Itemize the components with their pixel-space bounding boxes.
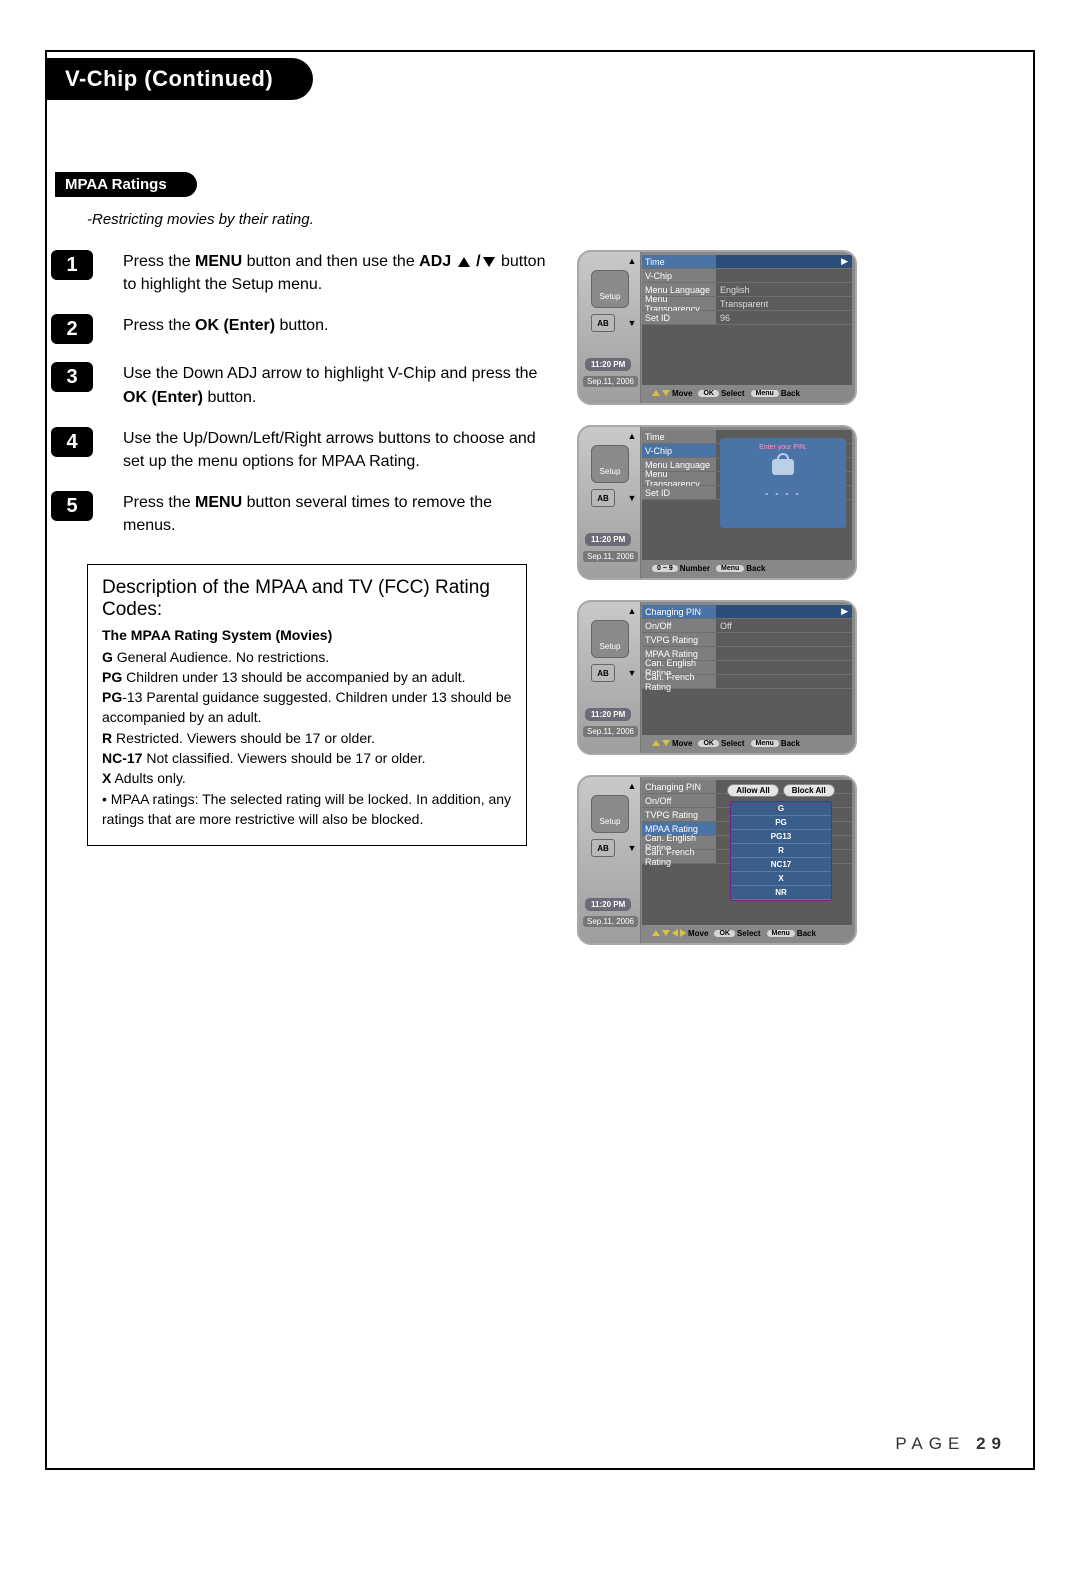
osd-time: 11:20 PM (585, 708, 631, 721)
step-3: 3 Use the Down ADJ arrow to highlight V-… (51, 362, 557, 408)
description-subtitle: The MPAA Rating System (Movies) (102, 627, 512, 643)
pin-field[interactable]: - - - - (720, 489, 846, 500)
step-text: Use the Up/Down/Left/Right arrows button… (123, 427, 557, 473)
rating-option[interactable]: X (731, 872, 831, 886)
osd-hints: Move OKSelect MenuBack (642, 736, 852, 750)
pin-dialog: Enter your PIN. - - - - (720, 438, 846, 528)
osd-mpaa-rating: ▲ Setup AB ▼ 11:20 PM Sep.11, 2006 Chang… (577, 775, 857, 945)
up-arrow-icon (458, 257, 470, 267)
content-area: MPAA Ratings -Restricting movies by thei… (47, 172, 1033, 965)
osd-date: Sep.11, 2006 (583, 376, 638, 387)
rating-option[interactable]: NC17 (731, 858, 831, 872)
setup-icon: Setup (591, 270, 629, 308)
step-2: 2 Press the OK (Enter) button. (51, 314, 557, 344)
setup-icon: Setup (591, 795, 629, 833)
step-text: Press the OK (Enter) button. (123, 314, 338, 337)
menu-item[interactable]: On/Off (642, 619, 716, 632)
osd-time: 11:20 PM (585, 898, 631, 911)
down-arrow-icon: ▼ (627, 668, 637, 678)
osd-time: 11:20 PM (585, 358, 631, 371)
osd-hints: 0 ~ 9Number MenuBack (642, 561, 852, 575)
menu-item[interactable]: Set ID (642, 486, 716, 499)
menu-item[interactable]: TVPG Rating (642, 808, 716, 821)
step-text: Use the Down ADJ arrow to highlight V-Ch… (123, 362, 557, 408)
up-arrow-icon: ▲ (627, 431, 637, 441)
osd-date: Sep.11, 2006 (583, 916, 638, 927)
osd-date: Sep.11, 2006 (583, 551, 638, 562)
osd-hints: Move OKSelect MenuBack (642, 926, 852, 940)
section-subtitle: -Restricting movies by their rating. (87, 211, 1033, 228)
section-heading: MPAA Ratings (55, 172, 197, 197)
setup-icon: Setup (591, 445, 629, 483)
page-title: V-Chip (Continued) (47, 58, 313, 100)
menu-item[interactable]: TVPG Rating (642, 633, 716, 646)
osd-date: Sep.11, 2006 (583, 726, 638, 737)
rating-option[interactable]: PG13 (731, 830, 831, 844)
down-arrow-icon: ▼ (627, 493, 637, 503)
page-frame: V-Chip (Continued) MPAA Ratings -Restric… (45, 50, 1035, 1470)
menu-item[interactable]: On/Off (642, 794, 716, 807)
ab-icon: AB (591, 664, 615, 682)
osd-hints: Move OKSelect MenuBack (642, 386, 852, 400)
up-arrow-icon: ▲ (627, 256, 637, 266)
rating-option[interactable]: PG (731, 816, 831, 830)
osd-setup-menu: ▲ Setup AB ▼ 11:20 PM Sep.11, 2006 Time ▶… (577, 250, 857, 405)
ab-icon: AB (591, 839, 615, 857)
down-arrow-icon (483, 257, 495, 267)
page-number: PAGE 29 (895, 1434, 1007, 1454)
menu-item[interactable]: Menu Transparency (642, 472, 716, 485)
down-arrow-icon: ▼ (627, 318, 637, 328)
rating-panel: Allow All Block All G PG PG13 R NC17 X N… (716, 784, 846, 901)
step-text: Press the MENU button several times to r… (123, 491, 557, 537)
steps-column: 1 Press the MENU button and then use the… (47, 250, 557, 846)
step-4: 4 Use the Up/Down/Left/Right arrows butt… (51, 427, 557, 473)
osd-time: 11:20 PM (585, 533, 631, 546)
step-number: 1 (51, 250, 93, 280)
description-body: G General Audience. No restrictions. PG … (102, 647, 512, 830)
block-all-button[interactable]: Block All (783, 784, 835, 797)
description-box: Description of the MPAA and TV (FCC) Rat… (87, 564, 527, 847)
allow-all-button[interactable]: Allow All (727, 784, 778, 797)
rating-option[interactable]: G (731, 802, 831, 816)
chevron-right-icon: ▶ (841, 256, 848, 267)
ab-icon: AB (591, 489, 615, 507)
menu-item[interactable]: Can. French Rating (642, 850, 716, 863)
step-number: 2 (51, 314, 93, 344)
menu-item[interactable]: Set ID (642, 311, 716, 324)
setup-icon: Setup (591, 620, 629, 658)
screenshots-column: ▲ Setup AB ▼ 11:20 PM Sep.11, 2006 Time ▶… (557, 250, 1012, 965)
description-title: Description of the MPAA and TV (FCC) Rat… (102, 577, 512, 621)
osd-pin-entry: ▲ Setup AB ▼ 11:20 PM Sep.11, 2006 Time … (577, 425, 857, 580)
menu-item[interactable]: V-Chip (642, 444, 716, 457)
step-5: 5 Press the MENU button several times to… (51, 491, 557, 537)
lock-icon (772, 459, 794, 481)
up-arrow-icon: ▲ (627, 781, 637, 791)
rating-list: G PG PG13 R NC17 X NR (730, 801, 832, 901)
down-arrow-icon: ▼ (627, 843, 637, 853)
chevron-right-icon: ▶ (841, 606, 848, 617)
menu-item[interactable]: Menu Transparency (642, 297, 716, 310)
step-text: Press the MENU button and then use the A… (123, 250, 557, 296)
step-number: 5 (51, 491, 93, 521)
step-number: 3 (51, 362, 93, 392)
menu-item[interactable]: Time (642, 255, 716, 268)
up-arrow-icon: ▲ (627, 606, 637, 616)
menu-item[interactable]: Changing PIN (642, 605, 716, 618)
menu-item[interactable]: Time (642, 430, 716, 443)
pin-title: Enter your PIN. (720, 444, 846, 451)
ab-icon: AB (591, 314, 615, 332)
step-1: 1 Press the MENU button and then use the… (51, 250, 557, 296)
rating-option[interactable]: NR (731, 886, 831, 900)
osd-vchip-menu: ▲ Setup AB ▼ 11:20 PM Sep.11, 2006 Chang… (577, 600, 857, 755)
rating-option[interactable]: R (731, 844, 831, 858)
step-number: 4 (51, 427, 93, 457)
menu-item[interactable]: V-Chip (642, 269, 716, 282)
menu-item[interactable]: Can. French Rating (642, 675, 716, 688)
menu-item[interactable]: Changing PIN (642, 780, 716, 793)
